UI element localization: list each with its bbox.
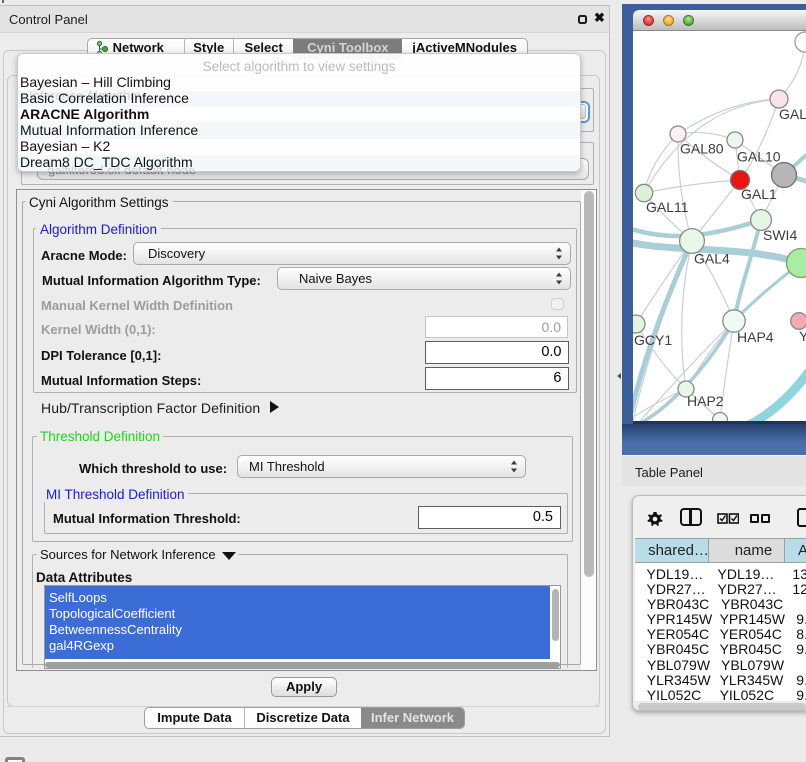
svg-text:GAL1: GAL1 [741, 186, 777, 202]
svg-text:Y: Y [799, 328, 806, 344]
svg-text:GCY1: GCY1 [634, 332, 672, 348]
svg-text:GAL11: GAL11 [646, 199, 689, 215]
svg-text:HAP2: HAP2 [687, 393, 724, 409]
svg-text:GAL10: GAL10 [737, 149, 781, 165]
svg-text:SWI4: SWI4 [763, 227, 797, 243]
svg-text:GAL7: GAL7 [779, 106, 806, 122]
svg-text:GAL80: GAL80 [680, 141, 724, 157]
svg-text:GAL4: GAL4 [694, 251, 730, 267]
svg-text:HAP4: HAP4 [737, 329, 774, 345]
